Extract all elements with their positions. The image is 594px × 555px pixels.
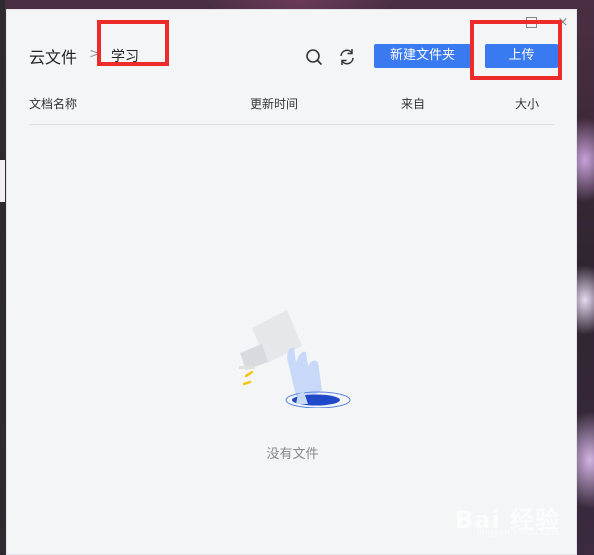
- annotation-box-upload: [470, 20, 562, 80]
- cloud-files-window: × 云文件 > 学习 新建文件夹 上传 文档名称 更新时间 来自 大小 没有文件: [6, 9, 577, 555]
- search-button[interactable]: [303, 46, 325, 68]
- empty-folder-illustration: [239, 310, 351, 408]
- header-divider: [29, 124, 554, 125]
- background-window-tab: [0, 160, 5, 202]
- column-header-updated[interactable]: 更新时间: [250, 95, 298, 112]
- search-icon: [306, 49, 322, 65]
- breadcrumb-root[interactable]: 云文件: [29, 44, 77, 68]
- new-folder-button[interactable]: 新建文件夹: [374, 44, 471, 68]
- column-header-size[interactable]: 大小: [515, 95, 539, 112]
- empty-state-text: 没有文件: [266, 447, 319, 462]
- background-window-edge: [0, 0, 5, 555]
- refresh-button[interactable]: [336, 46, 358, 68]
- baidu-watermark-url: jingyan.baidu.com: [476, 528, 560, 538]
- annotation-box-breadcrumb: [97, 20, 169, 66]
- column-header-name[interactable]: 文档名称: [29, 95, 77, 112]
- column-header-source[interactable]: 来自: [401, 95, 425, 112]
- refresh-icon: [340, 49, 354, 65]
